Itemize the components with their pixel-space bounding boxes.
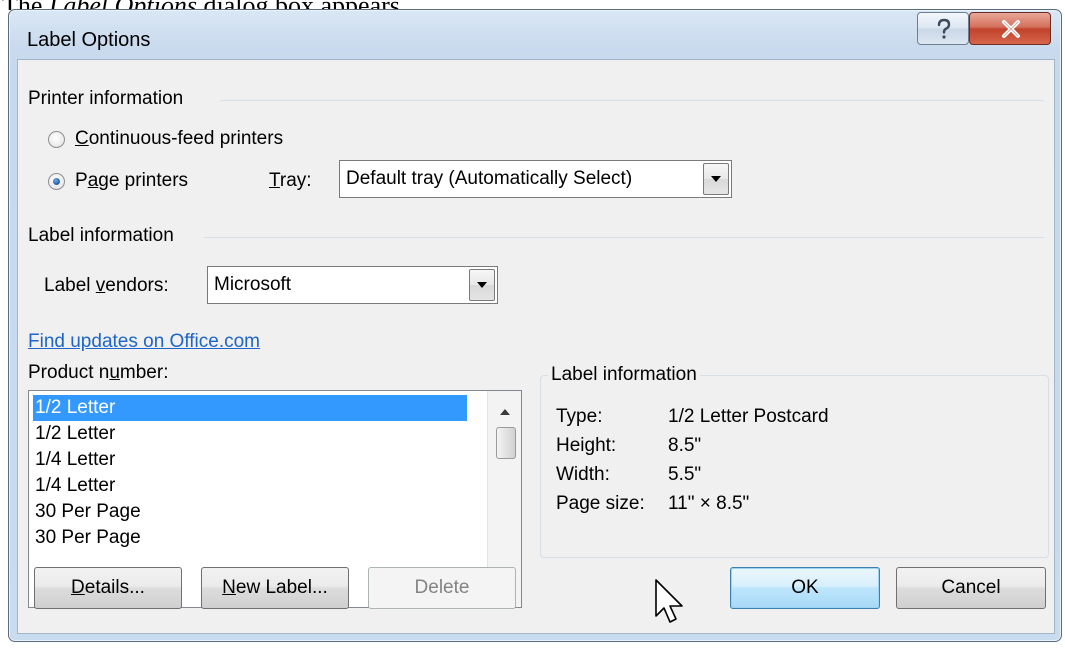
product-number-label: Product number: bbox=[28, 362, 169, 383]
radio-selected-dot bbox=[53, 178, 60, 185]
help-button[interactable] bbox=[917, 12, 969, 45]
page-printers-label[interactable]: Page printers bbox=[75, 170, 188, 192]
label-options-dialog: Label Options Printer information Contin… bbox=[8, 9, 1062, 642]
list-item[interactable]: 30 Per Page bbox=[33, 499, 467, 525]
list-item[interactable]: 1/4 Letter bbox=[33, 447, 467, 473]
label-vendors-label: Label vendors: bbox=[44, 275, 169, 296]
page-printers-radio[interactable] bbox=[48, 173, 65, 190]
label-details-title: Label information bbox=[548, 364, 700, 386]
find-updates-link[interactable]: Find updates on Office.com bbox=[28, 331, 260, 353]
printer-information-heading: Printer information bbox=[28, 88, 184, 109]
label-information-divider bbox=[204, 237, 1044, 238]
label-vendors-dropdown[interactable]: Microsoft bbox=[207, 266, 498, 304]
printer-information-divider bbox=[220, 100, 1044, 101]
details-button[interactable]: Details... bbox=[34, 567, 182, 609]
continuous-feed-label[interactable]: Continuous-feed printers bbox=[75, 128, 283, 150]
dialog-client-area: Printer information Continuous-feed prin… bbox=[17, 59, 1055, 634]
detail-value-width: 5.5" bbox=[668, 464, 702, 485]
tray-dropdown[interactable]: Default tray (Automatically Select) bbox=[339, 160, 732, 198]
detail-key-type: Type: bbox=[556, 406, 603, 427]
tray-dropdown-button[interactable] bbox=[703, 163, 729, 195]
label-information-heading: Label information bbox=[28, 225, 174, 246]
continuous-feed-radio[interactable] bbox=[48, 131, 65, 148]
detail-value-page-size: 11" × 8.5" bbox=[668, 493, 750, 514]
close-button[interactable] bbox=[969, 12, 1051, 45]
tray-label: Tray: bbox=[269, 170, 312, 191]
scroll-thumb[interactable] bbox=[496, 427, 516, 459]
cancel-button[interactable]: Cancel bbox=[896, 567, 1046, 609]
label-vendors-dropdown-button[interactable] bbox=[469, 269, 495, 301]
tray-dropdown-value: Default tray (Automatically Select) bbox=[346, 168, 633, 189]
detail-value-height: 8.5" bbox=[668, 435, 702, 456]
list-item[interactable]: 30 Per Page bbox=[33, 525, 467, 551]
label-details-group bbox=[540, 375, 1049, 558]
list-item[interactable]: 1/2 Letter bbox=[33, 421, 467, 447]
delete-button: Delete bbox=[368, 567, 516, 609]
scroll-up-arrow-icon[interactable] bbox=[499, 401, 511, 420]
detail-key-height: Height: bbox=[556, 435, 617, 456]
new-label-button[interactable]: New Label... bbox=[201, 567, 349, 609]
dialog-title: Label Options bbox=[27, 29, 151, 51]
list-item[interactable]: 1/4 Letter bbox=[33, 473, 467, 499]
ok-button[interactable]: OK bbox=[730, 567, 880, 609]
mouse-pointer-icon bbox=[654, 578, 688, 632]
list-item[interactable]: 1/2 Letter bbox=[33, 395, 467, 421]
detail-value-type: 1/2 Letter Postcard bbox=[668, 406, 829, 427]
label-vendors-value: Microsoft bbox=[214, 274, 292, 295]
detail-key-width: Width: bbox=[556, 464, 610, 485]
detail-key-page-size: Page size: bbox=[556, 493, 645, 514]
